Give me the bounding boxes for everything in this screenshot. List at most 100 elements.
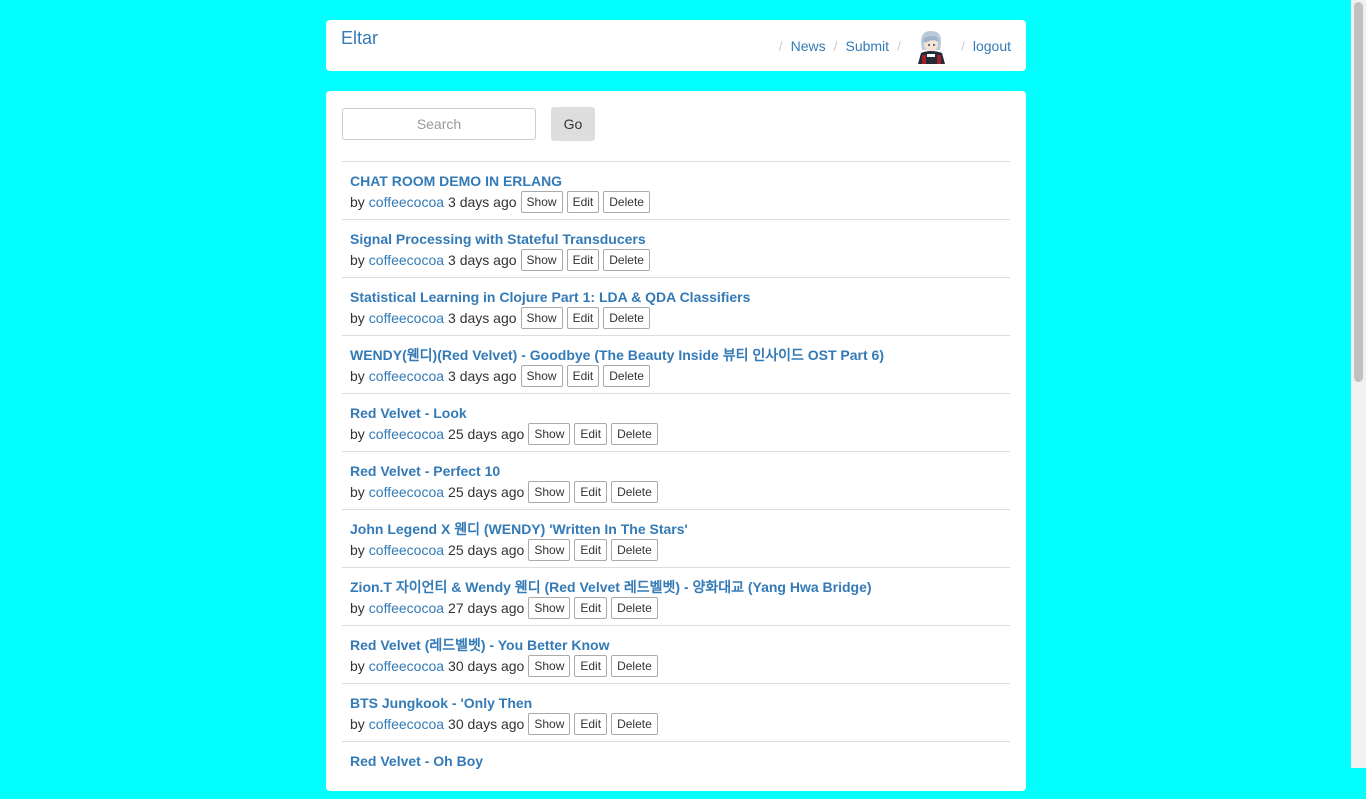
post-title-link[interactable]: Zion.T 자이언티 & Wendy 웬디 (Red Velvet 레드벨벳)… bbox=[350, 579, 1010, 597]
post-item: Red Velvet - Perfect 10 by coffeecocoa 25 d… bbox=[342, 451, 1010, 509]
logout-link[interactable]: logout bbox=[973, 38, 1011, 54]
scrollbar-thumb[interactable] bbox=[1354, 2, 1363, 382]
author-link[interactable]: coffeecocoa bbox=[369, 542, 444, 558]
nav-separator: / bbox=[833, 37, 838, 54]
brand-link[interactable]: Eltar bbox=[341, 28, 378, 49]
edit-button[interactable]: Edit bbox=[574, 539, 608, 561]
search-form: Go bbox=[342, 107, 595, 141]
go-button[interactable]: Go bbox=[551, 107, 595, 141]
delete-button[interactable]: Delete bbox=[603, 191, 650, 213]
user-avatar[interactable] bbox=[912, 27, 949, 64]
post-title-link[interactable]: Signal Processing with Stateful Transduc… bbox=[350, 231, 1010, 249]
post-title-link[interactable]: John Legend X 웬디 (WENDY) 'Written In The… bbox=[350, 521, 1010, 539]
edit-button[interactable]: Edit bbox=[574, 481, 608, 503]
edit-button[interactable]: Edit bbox=[566, 191, 600, 213]
show-button[interactable]: Show bbox=[520, 365, 563, 387]
post-age: 3 days ago bbox=[448, 368, 517, 384]
author-link[interactable]: coffeecocoa bbox=[369, 368, 444, 384]
author-link[interactable]: coffeecocoa bbox=[369, 484, 444, 500]
delete-button[interactable]: Delete bbox=[603, 307, 650, 329]
post-item: Red Velvet - Look by coffeecocoa 25 days ag… bbox=[342, 393, 1010, 451]
post-age: 25 days ago bbox=[448, 426, 525, 442]
by-label: by bbox=[350, 194, 365, 210]
edit-button[interactable]: Edit bbox=[574, 423, 608, 445]
edit-button[interactable]: Edit bbox=[566, 307, 600, 329]
author-link[interactable]: coffeecocoa bbox=[369, 658, 444, 674]
post-item: Red Velvet - Oh Boy bbox=[342, 741, 1010, 799]
by-label: by bbox=[350, 716, 365, 732]
show-button[interactable]: Show bbox=[528, 481, 571, 503]
post-title-link[interactable]: Red Velvet (레드벨벳) - You Better Know bbox=[350, 637, 1010, 655]
post-title-link[interactable]: Red Velvet - Look bbox=[350, 405, 1010, 423]
post-age: 27 days ago bbox=[448, 600, 525, 616]
post-meta: by coffeecocoa 25 days ago Show Edit Delete bbox=[350, 423, 1010, 445]
top-navbar: Eltar / News / Submit / / logout bbox=[326, 20, 1026, 71]
author-link[interactable]: coffeecocoa bbox=[369, 716, 444, 732]
by-label: by bbox=[350, 310, 365, 326]
edit-button[interactable]: Edit bbox=[574, 597, 608, 619]
post-age: 3 days ago bbox=[448, 252, 517, 268]
post-meta: by coffeecocoa 27 days ago Show Edit Delete bbox=[350, 597, 1010, 619]
edit-button[interactable]: Edit bbox=[574, 655, 608, 677]
post-meta: by coffeecocoa 3 days ago Show Edit Delete bbox=[350, 365, 1010, 387]
post-meta: by coffeecocoa 3 days ago Show Edit Delete bbox=[350, 191, 1010, 213]
content-panel: Go CHAT ROOM DEMO IN ERLANGbycoffeecocoa… bbox=[326, 91, 1026, 791]
author-link[interactable]: coffeecocoa bbox=[369, 310, 444, 326]
delete-button[interactable]: Delete bbox=[611, 713, 658, 735]
show-button[interactable]: Show bbox=[520, 307, 563, 329]
submit-link[interactable]: Submit bbox=[845, 38, 889, 54]
delete-button[interactable]: Delete bbox=[611, 539, 658, 561]
show-button[interactable]: Show bbox=[528, 423, 571, 445]
by-label: by bbox=[350, 426, 365, 442]
post-item: Statistical Learning in Clojure Part 1: … bbox=[342, 277, 1010, 335]
show-button[interactable]: Show bbox=[528, 539, 571, 561]
by-label: by bbox=[350, 542, 365, 558]
delete-button[interactable]: Delete bbox=[611, 597, 658, 619]
nav-separator: / bbox=[960, 37, 965, 54]
search-input[interactable] bbox=[342, 108, 536, 140]
by-label: by bbox=[350, 600, 365, 616]
post-list: CHAT ROOM DEMO IN ERLANG by coffeecocoa 3 d… bbox=[342, 161, 1010, 799]
post-title-link[interactable]: BTS Jungkook - 'Only Then bbox=[350, 695, 1010, 713]
post-item: Zion.T 자이언티 & Wendy 웬디 (Red Velvet 레드벨벳)… bbox=[342, 567, 1010, 625]
author-link[interactable]: coffeecocoa bbox=[369, 426, 444, 442]
by-label: by bbox=[350, 484, 365, 500]
show-button[interactable]: Show bbox=[528, 713, 571, 735]
show-button[interactable]: Show bbox=[528, 655, 571, 677]
post-title-link[interactable]: Statistical Learning in Clojure Part 1: … bbox=[350, 289, 1010, 307]
post-meta: by coffeecocoa 25 days ago Show Edit Delete bbox=[350, 539, 1010, 561]
post-age: 3 days ago bbox=[448, 194, 517, 210]
post-item: John Legend X 웬디 (WENDY) 'Written In The… bbox=[342, 509, 1010, 567]
post-age: 3 days ago bbox=[448, 310, 517, 326]
delete-button[interactable]: Delete bbox=[603, 249, 650, 271]
post-title-link[interactable]: CHAT ROOM DEMO IN ERLANG bbox=[350, 173, 1010, 191]
delete-button[interactable]: Delete bbox=[603, 365, 650, 387]
by-label: by bbox=[350, 658, 365, 674]
author-link[interactable]: coffeecocoa bbox=[369, 252, 444, 268]
author-link[interactable]: coffeecocoa bbox=[369, 600, 444, 616]
edit-button[interactable]: Edit bbox=[566, 365, 600, 387]
nav-links: / News / Submit / / logout bbox=[771, 20, 1011, 71]
post-age: 25 days ago bbox=[448, 484, 525, 500]
nav-separator: / bbox=[778, 37, 783, 54]
by-label: by bbox=[350, 252, 365, 268]
post-title-link[interactable]: WENDY(웬디)(Red Velvet) - Goodbye (The Bea… bbox=[350, 347, 1010, 365]
post-item: BTS Jungkook - 'Only Then by coffeecocoa 30… bbox=[342, 683, 1010, 741]
delete-button[interactable]: Delete bbox=[611, 423, 658, 445]
post-meta: by coffeecocoa 30 days ago Show Edit Delete bbox=[350, 655, 1010, 677]
news-link[interactable]: News bbox=[791, 38, 826, 54]
show-button[interactable]: Show bbox=[528, 597, 571, 619]
author-link[interactable]: coffeecocoa bbox=[369, 194, 444, 210]
show-button[interactable]: Show bbox=[520, 191, 563, 213]
post-age: 30 days ago bbox=[448, 716, 525, 732]
post-meta: by coffeecocoa 25 days ago Show Edit Delete bbox=[350, 481, 1010, 503]
post-title-link[interactable]: Red Velvet - Oh Boy bbox=[350, 753, 1010, 771]
edit-button[interactable]: Edit bbox=[574, 713, 608, 735]
delete-button[interactable]: Delete bbox=[611, 481, 658, 503]
delete-button[interactable]: Delete bbox=[611, 655, 658, 677]
nav-separator: / bbox=[897, 37, 901, 54]
edit-button[interactable]: Edit bbox=[566, 249, 600, 271]
post-title-link[interactable]: Red Velvet - Perfect 10 bbox=[350, 463, 1010, 481]
show-button[interactable]: Show bbox=[520, 249, 563, 271]
page-scrollbar[interactable] bbox=[1351, 0, 1366, 768]
